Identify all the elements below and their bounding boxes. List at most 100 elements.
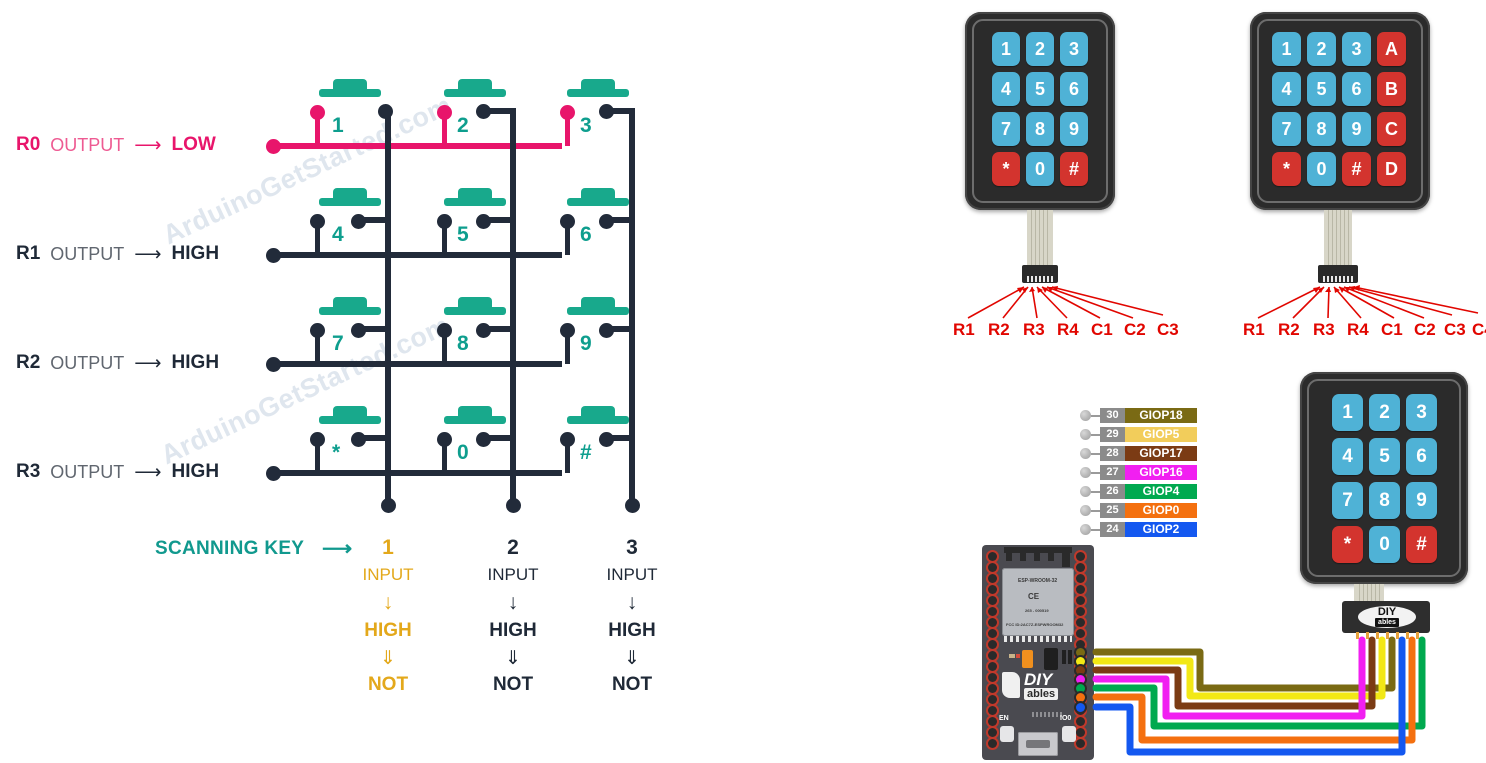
keypad-4x4-pin-label-C2: C2	[1414, 320, 1436, 339]
pin-hole[interactable]	[1076, 717, 1085, 726]
scan-column-2: 2 INPUT ↓ HIGH ⇓ NOT	[468, 536, 558, 698]
keypad-key-0[interactable]: 0	[1369, 526, 1400, 563]
pin-hole[interactable]	[988, 629, 997, 638]
scan-column-1: 1 INPUT ↓ HIGH ⇓ NOT	[343, 536, 433, 698]
keypad-key-8[interactable]: 8	[1026, 112, 1054, 146]
keypad-key-5[interactable]: 5	[1369, 438, 1400, 475]
pin-hole[interactable]	[1076, 574, 1085, 583]
keypad-key-5[interactable]: 5	[1026, 72, 1054, 106]
keypad-key-6[interactable]: 6	[1342, 72, 1371, 106]
keypad-key-6[interactable]: 6	[1060, 72, 1088, 106]
keypad-key-2[interactable]: 2	[1026, 32, 1054, 66]
scan-col-number: 3	[626, 536, 638, 559]
module-pin-leg	[1396, 632, 1399, 639]
keypad-key-9[interactable]: 9	[1060, 112, 1088, 146]
keypad-key-1[interactable]: 1	[1332, 394, 1363, 431]
pin-hole[interactable]	[988, 552, 997, 561]
keypad-key-6[interactable]: 6	[1406, 438, 1437, 475]
pin-hole[interactable]	[988, 574, 997, 583]
keypad-key-0[interactable]: 0	[1307, 152, 1336, 186]
keypad-key-B[interactable]: B	[1377, 72, 1406, 106]
keypad-key-1[interactable]: 1	[1272, 32, 1301, 66]
esp32-brand-line1: DIY	[1024, 670, 1053, 689]
pin-lead	[1091, 414, 1100, 417]
pin-hole[interactable]	[1076, 739, 1085, 748]
pin-hole[interactable]	[988, 684, 997, 693]
esp32-antenna-tooth	[1034, 547, 1040, 561]
keypad-key-hash[interactable]: #	[1060, 152, 1088, 186]
pin-hole-icon	[1080, 429, 1091, 440]
pin-hole[interactable]	[988, 640, 997, 649]
pin-hole[interactable]	[988, 662, 997, 671]
keypad-key-D[interactable]: D	[1377, 152, 1406, 186]
keypad-key-2[interactable]: 2	[1369, 394, 1400, 431]
keypad-key-5[interactable]: 5	[1307, 72, 1336, 106]
row-label-R0: R0 OUTPUT ⟶ LOW	[16, 134, 216, 156]
keypad-key-7[interactable]: 7	[1272, 112, 1301, 146]
keypad-key-1[interactable]: 1	[992, 32, 1020, 66]
pin-hole[interactable]	[988, 607, 997, 616]
key-label-8: 8	[457, 332, 469, 355]
esp32-button-io0[interactable]	[1062, 726, 1076, 742]
pin-hole[interactable]	[988, 717, 997, 726]
pin-hole[interactable]	[1076, 596, 1085, 605]
keypad-key-8[interactable]: 8	[1369, 482, 1400, 519]
pin-hole[interactable]	[988, 618, 997, 627]
pin-hole[interactable]	[1076, 607, 1085, 616]
keypad-key-3[interactable]: 3	[1406, 394, 1437, 431]
pin-hole[interactable]	[1076, 585, 1085, 594]
esp32-button-en[interactable]	[1000, 726, 1014, 742]
pin-hole[interactable]	[988, 651, 997, 660]
pin-hole[interactable]	[1076, 563, 1085, 572]
row-arrow-icon: ⟶	[134, 352, 162, 374]
switch-terminal-right-4	[351, 214, 366, 229]
row-label-R2: R2 OUTPUT ⟶ HIGH	[16, 352, 219, 374]
keypad-key-7[interactable]: 7	[1332, 482, 1363, 519]
key-label-6: 6	[580, 223, 592, 246]
pin-hole[interactable]	[988, 673, 997, 682]
pin-hole[interactable]	[988, 563, 997, 572]
switch-terminal-right-star	[351, 432, 366, 447]
keypad-key-2[interactable]: 2	[1307, 32, 1336, 66]
pin-hole[interactable]	[1076, 629, 1085, 638]
keypad-key-C[interactable]: C	[1377, 112, 1406, 146]
keypad-key-star[interactable]: *	[992, 152, 1020, 186]
pin-hole[interactable]	[988, 706, 997, 715]
switch-terminal-left-0	[437, 432, 452, 447]
pin-hole[interactable]	[988, 596, 997, 605]
pin-hole[interactable]	[988, 585, 997, 594]
pin-number: 30	[1100, 408, 1125, 423]
keypad-key-9[interactable]: 9	[1406, 482, 1437, 519]
pin-hole-icon	[1080, 410, 1091, 421]
pin-hole[interactable]	[1076, 728, 1085, 737]
pin-hole[interactable]	[1076, 618, 1085, 627]
scan-col-double-arrow-icon: ⇓	[624, 648, 640, 669]
keypad-key-A[interactable]: A	[1377, 32, 1406, 66]
switch-terminal-left-4	[310, 214, 325, 229]
keypad-key-4[interactable]: 4	[1332, 438, 1363, 475]
key-label-5: 5	[457, 223, 469, 246]
esp32-brand-line2: ables	[1024, 688, 1059, 700]
pin-hole[interactable]	[988, 739, 997, 748]
keypad-key-3[interactable]: 3	[1342, 32, 1371, 66]
pin-hole[interactable]	[1076, 552, 1085, 561]
keypad-key-hash[interactable]: #	[1342, 152, 1371, 186]
module-pin-leg	[1376, 632, 1379, 639]
keypad-key-9[interactable]: 9	[1342, 112, 1371, 146]
wire-terminal	[1076, 684, 1085, 693]
keypad-key-7[interactable]: 7	[992, 112, 1020, 146]
keypad-key-4[interactable]: 4	[992, 72, 1020, 106]
pin-hole[interactable]	[988, 728, 997, 737]
keypad-key-3[interactable]: 3	[1060, 32, 1088, 66]
switch-terminal-right-5	[476, 214, 491, 229]
keypad-key-star[interactable]: *	[1332, 526, 1363, 563]
keypad-key-star[interactable]: *	[1272, 152, 1301, 186]
keypad-key-hash[interactable]: #	[1406, 526, 1437, 563]
keypad-key-0[interactable]: 0	[1026, 152, 1054, 186]
keypad-key-4[interactable]: 4	[1272, 72, 1301, 106]
module-pin-leg	[1416, 632, 1419, 639]
keypad-key-8[interactable]: 8	[1307, 112, 1336, 146]
scan-column-3: 3 INPUT ↓ HIGH ⇓ NOT	[587, 536, 677, 698]
pin-name: GIOP5	[1125, 427, 1197, 442]
pin-hole[interactable]	[988, 695, 997, 704]
